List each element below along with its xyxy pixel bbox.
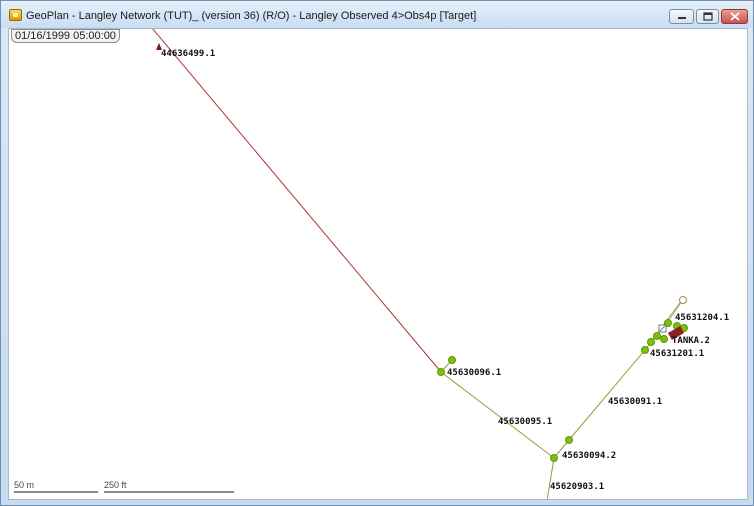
outfall-node[interactable] [679, 296, 687, 304]
label-45631204: 45631204.1 [675, 313, 729, 323]
node-45630094[interactable] [550, 454, 558, 462]
pipe-45620903[interactable] [546, 457, 555, 500]
pipe-45630095[interactable] [440, 371, 555, 459]
close-icon [729, 12, 740, 21]
maximize-icon [702, 12, 713, 21]
minimize-icon [677, 16, 686, 19]
scale-label-imperial: 250 ft [104, 480, 127, 490]
network-map[interactable]: 44636499.1 45630096.1 45630095.1 4563009… [9, 29, 748, 500]
label-tanka: TANKA.2 [672, 336, 710, 346]
minimize-button[interactable] [669, 9, 694, 24]
map-canvas[interactable]: 44636499.1 45630096.1 45630095.1 4563009… [8, 28, 748, 500]
scale-bar-metric [14, 491, 98, 493]
window-title: GeoPlan - Langley Network (TUT)_ (versio… [26, 10, 477, 22]
node-cluster-a[interactable] [647, 338, 655, 346]
label-44636499: 44636499.1 [161, 49, 215, 59]
close-button[interactable] [721, 9, 748, 24]
node-cluster-c[interactable] [660, 335, 668, 343]
pipe-45630091[interactable] [568, 349, 646, 441]
timestamp-box: 01/16/1999 05:00:00 [11, 29, 120, 43]
label-45630095: 45630095.1 [498, 417, 552, 427]
geoplan-app-icon [9, 9, 22, 21]
scale-bar-imperial [104, 491, 234, 493]
scale-label-metric: 50 m [14, 480, 35, 490]
node-45630096[interactable] [437, 368, 445, 376]
title-bar[interactable]: GeoPlan - Langley Network (TUT)_ (versio… [1, 1, 753, 28]
maximize-button[interactable] [696, 9, 719, 24]
node-branch[interactable] [448, 356, 456, 364]
node-45630094-upstream[interactable] [565, 436, 573, 444]
trunk-main-pipe[interactable] [152, 29, 442, 373]
label-45630094: 45630094.2 [562, 451, 616, 461]
node-45631201[interactable] [641, 346, 649, 354]
label-45620903: 45620903.1 [550, 482, 604, 492]
label-45630096: 45630096.1 [447, 368, 501, 378]
geoplan-window: GeoPlan - Langley Network (TUT)_ (versio… [0, 0, 754, 506]
node-cluster-b[interactable] [653, 332, 661, 340]
label-45630091: 45630091.1 [608, 397, 662, 407]
label-45631201: 45631201.1 [650, 349, 704, 359]
